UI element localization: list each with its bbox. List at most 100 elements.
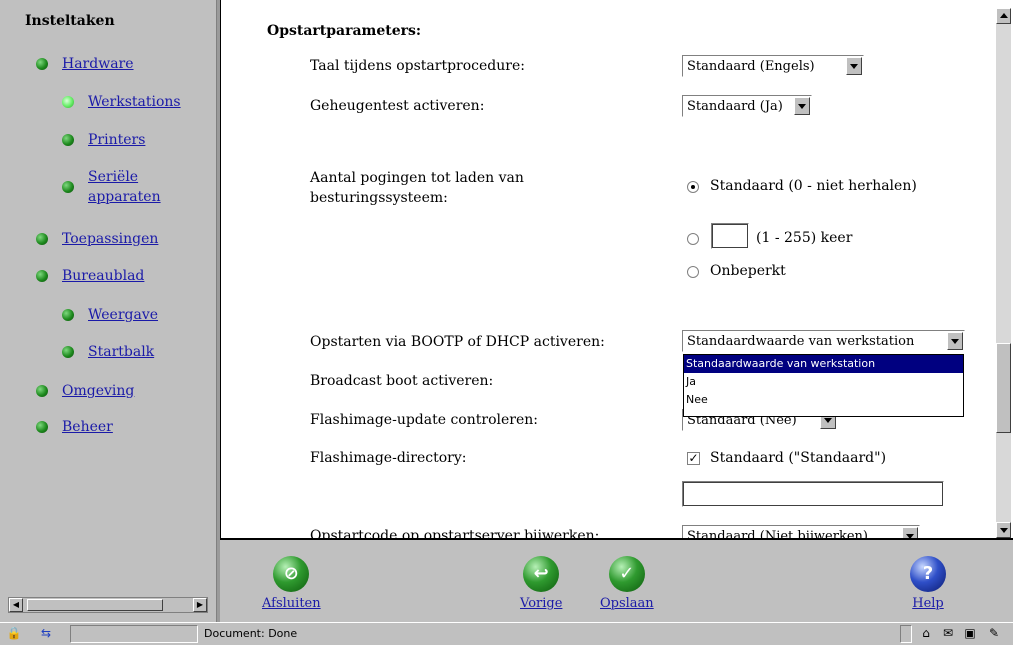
- save-button[interactable]: ✓ Opslaan: [600, 556, 654, 611]
- language-value: Standaard (Engels): [687, 58, 815, 74]
- chevron-down-icon[interactable]: [947, 332, 963, 350]
- close-link[interactable]: Afsluiten: [262, 596, 321, 611]
- sidebar-link-seriele[interactable]: Seriële: [88, 169, 138, 185]
- sidebar-link-apparaten[interactable]: apparaten: [88, 189, 161, 205]
- close-icon: ⊘: [273, 556, 310, 592]
- previous-arrow-icon: ↩: [523, 556, 560, 592]
- sidebar-item-bureaublad[interactable]: Bureaublad: [36, 266, 144, 286]
- bullet-icon: [62, 134, 74, 146]
- sidebar-item-weergave[interactable]: Weergave: [62, 305, 158, 325]
- boot-code-select[interactable]: Standaard (Niet bijwerken): [682, 525, 920, 538]
- bootp-value: Standaardwaarde van werkstation: [687, 333, 915, 349]
- boot-code-value: Standaard (Niet bijwerken): [687, 528, 868, 539]
- connection-icon: ⇆: [40, 626, 52, 640]
- sidebar: Insteltaken Hardware Werkstations Printe…: [0, 0, 216, 622]
- bootp-dropdown-list[interactable]: Standaardwaarde van werkstation Ja Nee: [683, 354, 964, 417]
- attempts-unlimited-label: Onbeperkt: [710, 263, 786, 279]
- sidebar-item-seriele-apparaten[interactable]: Seriële apparaten: [62, 167, 161, 207]
- sidebar-item-omgeving[interactable]: Omgeving: [36, 381, 134, 401]
- chevron-down-icon[interactable]: [794, 97, 810, 115]
- navigator-icon[interactable]: ⌂: [918, 626, 934, 640]
- sidebar-link-omgeving[interactable]: Omgeving: [62, 381, 134, 401]
- sidebar-link-werkstations[interactable]: Werkstations: [88, 92, 181, 112]
- sidebar-horizontal-scrollbar[interactable]: ◀ ▶: [8, 597, 208, 613]
- attempts-range-label: (1 - 255) keer: [756, 230, 853, 246]
- status-cell: [900, 625, 912, 643]
- save-icon: ✓: [608, 556, 645, 592]
- memtest-select[interactable]: Standaard (Ja): [682, 95, 812, 117]
- language-label: Taal tijdens opstartprocedure:: [310, 58, 525, 74]
- sidebar-item-printers[interactable]: Printers: [62, 130, 145, 150]
- sidebar-link-startbalk[interactable]: Startbalk: [88, 342, 154, 362]
- sidebar-item-werkstations[interactable]: Werkstations: [62, 92, 181, 112]
- bullet-icon: [36, 233, 48, 245]
- flash-dir-input[interactable]: [682, 481, 944, 507]
- bullet-icon: [62, 309, 74, 321]
- bullet-active-icon: [62, 96, 74, 108]
- scroll-right-icon[interactable]: ▶: [193, 598, 207, 612]
- attempts-default-radio[interactable]: [687, 181, 699, 193]
- attempts-count-input[interactable]: [711, 223, 749, 249]
- progress-cell: [70, 625, 198, 643]
- scroll-up-icon[interactable]: [996, 8, 1011, 24]
- lock-icon: 🔒: [6, 626, 22, 640]
- previous-button[interactable]: ↩ Vorige: [520, 556, 562, 611]
- scroll-down-icon[interactable]: [996, 522, 1011, 538]
- save-link[interactable]: Opslaan: [600, 596, 654, 611]
- tools-icon[interactable]: ✎: [986, 626, 1002, 640]
- bullet-icon: [36, 58, 48, 70]
- dropdown-option[interactable]: Standaardwaarde van werkstation: [684, 355, 963, 373]
- help-button[interactable]: ? Help: [910, 556, 946, 611]
- close-button[interactable]: ⊘ Afsluiten: [262, 556, 321, 611]
- bullet-icon: [36, 270, 48, 282]
- scroll-left-icon[interactable]: ◀: [9, 598, 23, 612]
- status-text: Document: Done: [204, 627, 298, 640]
- sidebar-link-printers[interactable]: Printers: [88, 130, 145, 150]
- chevron-down-icon[interactable]: [902, 527, 918, 538]
- bullet-icon: [62, 346, 74, 358]
- language-select[interactable]: Standaard (Engels): [682, 55, 864, 77]
- broadcast-label: Broadcast boot activeren:: [310, 373, 494, 389]
- flash-update-label: Flashimage-update controleren:: [310, 412, 538, 428]
- sidebar-link-bureaublad[interactable]: Bureaublad: [62, 266, 144, 286]
- clipped-row: Opstartcode op opstartserver bijwerken: …: [221, 518, 996, 538]
- bootp-select[interactable]: Standaardwaarde van werkstation: [682, 330, 965, 352]
- memtest-label: Geheugentest activeren:: [310, 98, 485, 114]
- chevron-down-icon[interactable]: [846, 57, 862, 75]
- sidebar-link-weergave[interactable]: Weergave: [88, 305, 158, 325]
- attempts-label-line1: Aantal pogingen tot laden van: [310, 170, 524, 186]
- sidebar-link-toepassingen[interactable]: Toepassingen: [62, 229, 158, 249]
- composer-icon[interactable]: ▣: [962, 626, 978, 640]
- settings-panel: Opstartparameters: Taal tijdens opstartp…: [220, 0, 1013, 540]
- attempts-range-radio[interactable]: [687, 233, 699, 245]
- scrollbar-thumb[interactable]: [996, 343, 1011, 433]
- sidebar-link-beheer[interactable]: Beheer: [62, 417, 113, 437]
- sidebar-item-toepassingen[interactable]: Toepassingen: [36, 229, 158, 249]
- attempts-default-label: Standaard (0 - niet herhalen): [710, 178, 917, 194]
- mail-icon[interactable]: ✉: [940, 626, 956, 640]
- previous-link[interactable]: Vorige: [520, 596, 562, 611]
- section-title: Opstartparameters:: [267, 23, 422, 39]
- flash-dir-checkbox[interactable]: ✓: [687, 452, 700, 465]
- bullet-icon: [62, 181, 74, 193]
- boot-code-label: Opstartcode op opstartserver bijwerken:: [310, 528, 600, 538]
- button-bar: ⊘ Afsluiten ↩ Vorige ✓ Opslaan ? Help: [220, 540, 1013, 622]
- bullet-icon: [36, 421, 48, 433]
- sidebar-item-startbalk[interactable]: Startbalk: [62, 342, 154, 362]
- bullet-icon: [36, 385, 48, 397]
- sidebar-link-hardware[interactable]: Hardware: [62, 54, 134, 74]
- help-link[interactable]: Help: [912, 596, 944, 611]
- flash-dir-check-label: Standaard ("Standaard"): [710, 450, 887, 466]
- scrollbar-thumb[interactable]: [27, 599, 163, 611]
- dropdown-option[interactable]: Nee: [684, 391, 963, 409]
- status-bar: 🔒 ⇆ Document: Done ⌂ ✉ ▣ ✎: [0, 622, 1013, 645]
- sidebar-title: Insteltaken: [25, 13, 115, 29]
- content-vertical-scrollbar[interactable]: [996, 8, 1011, 538]
- attempts-unlimited-radio[interactable]: [687, 266, 699, 278]
- dropdown-option[interactable]: Ja: [684, 373, 963, 391]
- sidebar-item-beheer[interactable]: Beheer: [36, 417, 113, 437]
- attempts-label: Aantal pogingen tot laden van besturings…: [310, 168, 524, 208]
- attempts-label-line2: besturingssysteem:: [310, 190, 448, 206]
- sidebar-item-hardware[interactable]: Hardware: [36, 54, 134, 74]
- flash-dir-label: Flashimage-directory:: [310, 450, 467, 466]
